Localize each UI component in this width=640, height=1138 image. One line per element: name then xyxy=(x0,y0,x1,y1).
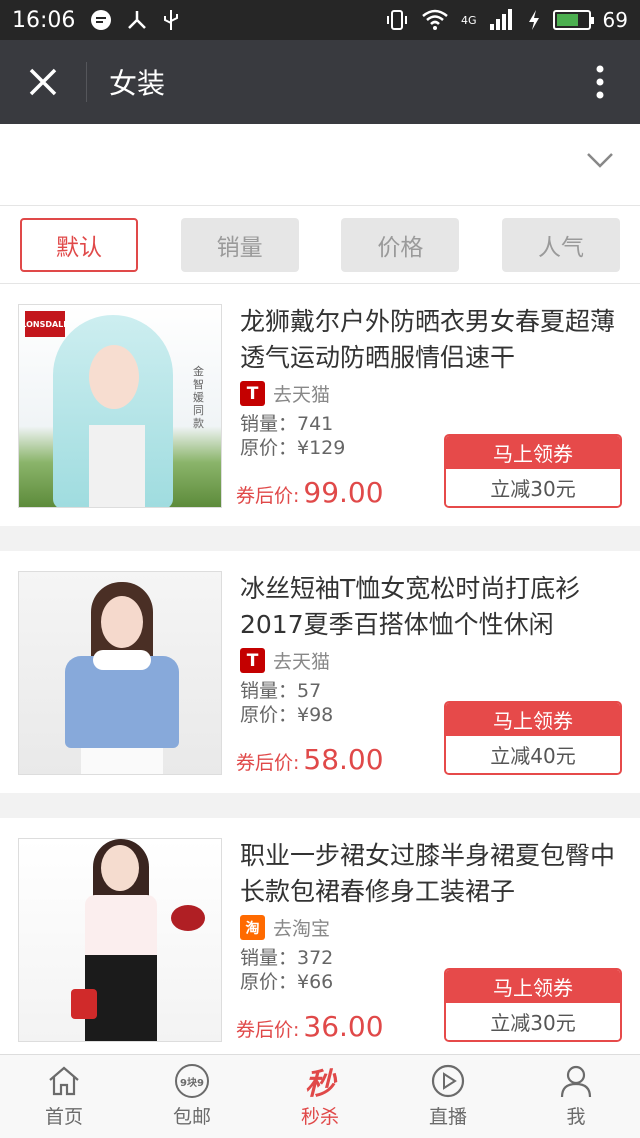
product-card[interactable]: LONSDALE 金智媛同款 龙狮戴尔户外防晒衣男女春夏超薄透气运动防晒服情侣速… xyxy=(0,284,640,526)
nav-label: 包邮 xyxy=(172,1106,211,1128)
coupon-title: 马上领券 xyxy=(446,970,620,1003)
page-title: 女装 xyxy=(109,67,166,100)
shop-link[interactable]: T 去天猫 xyxy=(240,380,330,407)
sort-price-button[interactable]: 价格 xyxy=(341,217,460,272)
nav-label: 直播 xyxy=(428,1106,467,1128)
coupon-price-value: 99.00 xyxy=(303,476,384,509)
signal-icon xyxy=(489,9,512,30)
category-filter-bar[interactable] xyxy=(0,124,640,206)
product-title[interactable]: 职业一步裙女过膝半身裙夏包臀中长款包裙春修身工装裙子 xyxy=(240,838,620,910)
original-price: 原价：¥129 xyxy=(240,437,346,459)
sales-count: 销量：372 xyxy=(240,947,334,969)
product-image[interactable] xyxy=(18,571,222,775)
battery-level: 69 xyxy=(602,8,628,32)
product-image[interactable] xyxy=(18,838,222,1042)
wifi-icon xyxy=(422,9,448,30)
usb-icon xyxy=(164,10,179,30)
nav-label: 首页 xyxy=(44,1106,83,1128)
sales-count: 销量：741 xyxy=(240,413,334,435)
nav-item-live[interactable]: 直播 xyxy=(384,1055,512,1138)
coupon-price-value: 58.00 xyxy=(303,743,384,776)
coupon-price: 券后价: 99.00 xyxy=(236,476,384,509)
battery-icon xyxy=(552,10,594,30)
nav-item-free-shipping[interactable]: 9块9 包邮 xyxy=(128,1055,256,1138)
taobao-icon: 淘 xyxy=(240,915,265,940)
title-divider xyxy=(86,62,87,102)
get-coupon-button[interactable]: 马上领券 立减30元 xyxy=(444,968,622,1042)
get-coupon-button[interactable]: 马上领券 立减40元 xyxy=(444,701,622,775)
status-right: 4G 69 xyxy=(385,8,628,32)
coupon-price-label: 券后价: xyxy=(236,1019,300,1041)
close-button[interactable] xyxy=(0,40,86,124)
status-bar: 16:06 4G 69 xyxy=(0,0,640,40)
sales-count: 销量：57 xyxy=(240,680,322,702)
more-vertical-icon xyxy=(596,65,604,99)
nav-item-home[interactable]: 首页 xyxy=(0,1055,128,1138)
coupon-price: 券后价: 58.00 xyxy=(236,743,384,776)
coupon-title: 马上领券 xyxy=(446,436,620,469)
sort-sales-button[interactable]: 销量 xyxy=(180,217,299,272)
charging-icon xyxy=(528,10,539,30)
shop-label: 去淘宝 xyxy=(273,918,331,940)
title-bar: 女装 xyxy=(0,40,640,124)
shop-label: 去天猫 xyxy=(273,651,331,673)
flash-sale-icon: 秒 xyxy=(305,1067,335,1102)
nav-label: 秒杀 xyxy=(300,1106,339,1128)
shop-link[interactable]: 淘 去淘宝 xyxy=(240,914,330,941)
sort-default-button[interactable]: 默认 xyxy=(20,217,138,272)
coupon-price-label: 券后价: xyxy=(236,485,300,507)
brand-logo: LONSDALE xyxy=(21,311,69,337)
play-icon xyxy=(431,1064,465,1098)
nine-nine-icon: 9块9 xyxy=(175,1064,209,1098)
close-icon xyxy=(29,68,57,96)
original-price: 原价：¥98 xyxy=(240,704,334,726)
shop-label: 去天猫 xyxy=(273,384,331,406)
product-title[interactable]: 冰丝短袖T恤女宽松时尚打底衫2017夏季百搭体恤个性休闲 xyxy=(240,571,620,643)
sort-bar: 默认 销量 价格 人气 xyxy=(0,206,640,284)
product-card[interactable]: 职业一步裙女过膝半身裙夏包臀中长款包裙春修身工装裙子 淘 去淘宝 销量：372 … xyxy=(0,818,640,1060)
coupon-price-value: 36.00 xyxy=(303,1010,384,1043)
image-caption: 金智媛同款 xyxy=(193,365,204,430)
coupon-discount: 立减40元 xyxy=(446,736,620,773)
coupon-discount: 立减30元 xyxy=(446,469,620,506)
share-icon xyxy=(128,11,147,29)
nav-item-me[interactable]: 我 xyxy=(512,1055,640,1138)
more-button[interactable] xyxy=(560,40,640,124)
original-price: 原价：¥66 xyxy=(240,971,334,993)
tmall-icon: T xyxy=(240,648,265,673)
notification-icons xyxy=(89,8,181,32)
nav-label: 我 xyxy=(566,1106,586,1128)
product-image[interactable]: LONSDALE 金智媛同款 xyxy=(18,304,222,508)
shop-link[interactable]: T 去天猫 xyxy=(240,647,330,674)
network-type: 4G xyxy=(461,13,477,27)
chat-icon xyxy=(91,10,112,30)
chevron-down-icon[interactable] xyxy=(586,150,614,170)
get-coupon-button[interactable]: 马上领券 立减30元 xyxy=(444,434,622,508)
product-title[interactable]: 龙狮戴尔户外防晒衣男女春夏超薄透气运动防晒服情侣速干 xyxy=(240,304,620,376)
nav-item-flash-sale[interactable]: 秒 秒杀 xyxy=(256,1055,384,1138)
home-icon xyxy=(47,1064,81,1098)
coupon-price-label: 券后价: xyxy=(236,752,300,774)
product-card[interactable]: 冰丝短袖T恤女宽松时尚打底衫2017夏季百搭体恤个性休闲 T 去天猫 销量：57… xyxy=(0,551,640,793)
tmall-icon: T xyxy=(240,381,265,406)
coupon-title: 马上领券 xyxy=(446,703,620,736)
sort-popularity-button[interactable]: 人气 xyxy=(501,217,620,272)
user-icon xyxy=(559,1064,593,1098)
coupon-price: 券后价: 36.00 xyxy=(236,1010,384,1043)
bottom-nav: 首页 9块9 包邮 秒 秒杀 直播 我 xyxy=(0,1054,640,1138)
coupon-discount: 立减30元 xyxy=(446,1003,620,1040)
vibrate-icon xyxy=(387,10,408,30)
status-time: 16:06 xyxy=(12,7,76,33)
product-list: LONSDALE 金智媛同款 龙狮戴尔户外防晒衣男女春夏超薄透气运动防晒服情侣速… xyxy=(0,284,640,1085)
